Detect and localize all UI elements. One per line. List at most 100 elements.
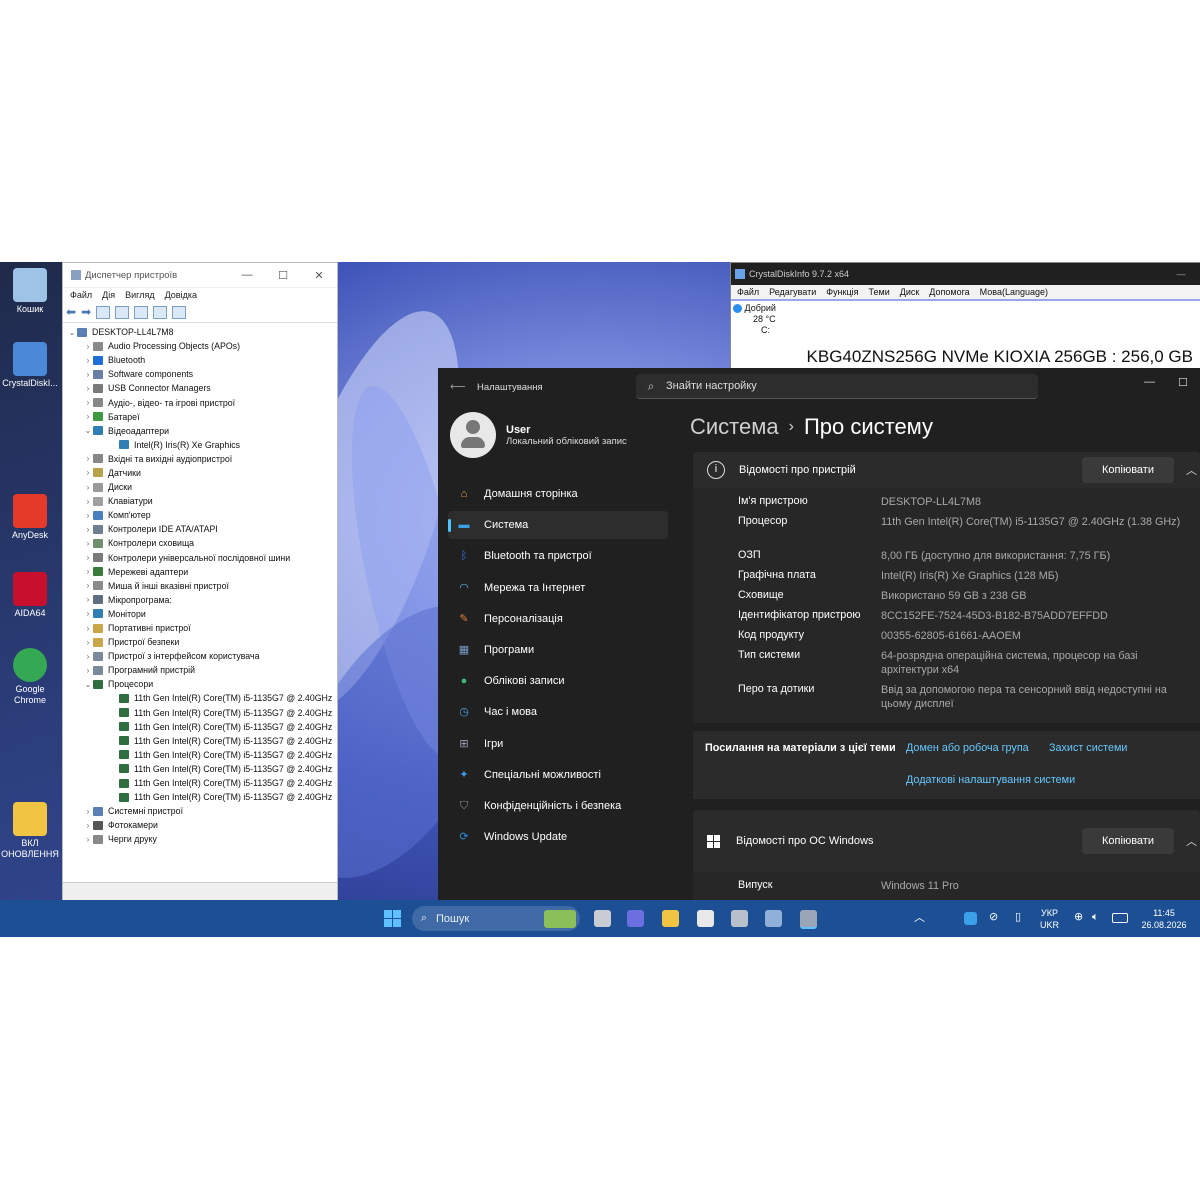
tree-item[interactable]: › Пристрої з інтерфейсом користувача	[63, 649, 337, 663]
settings-window[interactable]: ⟵ Налаштування ⌕ Знайти настройку — ☐ Us…	[438, 368, 1200, 925]
store-icon[interactable]	[697, 910, 714, 927]
desktop-shortcut[interactable]: CrystalDiskI...	[0, 342, 60, 389]
chevron-up-icon[interactable]: ︿	[1186, 462, 1200, 478]
nav-item[interactable]: ⊞ Ігри	[448, 730, 668, 758]
start-button[interactable]	[384, 910, 401, 927]
chevron-right-icon[interactable]: ›	[83, 384, 93, 393]
crystaldiskinfo-titlebar[interactable]: CrystalDiskInfo 9.7.2 x64 —	[731, 263, 1200, 285]
tree-item[interactable]: › Системні пристрої	[63, 804, 337, 818]
tree-item[interactable]: 11th Gen Intel(R) Core(TM) i5-1135G7 @ 2…	[63, 706, 337, 720]
tree-item[interactable]: › Software components	[63, 367, 337, 381]
tree-item[interactable]: 11th Gen Intel(R) Core(TM) i5-1135G7 @ 2…	[63, 762, 337, 776]
chevron-right-icon[interactable]: ›	[83, 398, 93, 407]
scan-hardware-icon[interactable]	[153, 305, 168, 319]
spec-value[interactable]: 00355-62805-61661-AAOEM	[881, 629, 1181, 649]
network-off-icon[interactable]: ⊘	[989, 911, 998, 923]
chevron-right-icon[interactable]: ›	[83, 609, 93, 618]
chevron-right-icon[interactable]: ›	[83, 567, 93, 576]
chevron-right-icon[interactable]: ›	[83, 468, 93, 477]
nav-item[interactable]: ⟳ Windows Update	[448, 823, 668, 851]
chevron-right-icon[interactable]: ›	[83, 666, 93, 675]
tree-item[interactable]: › Контролери сховища	[63, 536, 337, 550]
back-arrow-icon[interactable]: ⟵	[450, 380, 466, 393]
chevron-down-icon[interactable]: ⌄	[83, 680, 93, 689]
crystaldiskinfo-window[interactable]: CrystalDiskInfo 9.7.2 x64 — Файл Редагува…	[730, 262, 1200, 370]
nav-item[interactable]: ▦ Програми	[448, 636, 668, 664]
nav-item[interactable]: ⛉ Конфіденційність і безпека	[448, 792, 668, 820]
domain-workgroup-link[interactable]: Домен або робоча група	[906, 742, 1029, 754]
tree-item[interactable]: › Мережеві адаптери	[63, 565, 337, 579]
health-status[interactable]: Добрий 28 °C C:	[733, 303, 793, 336]
forward-arrow-icon[interactable]: ➡	[81, 306, 91, 318]
device-manager-taskbar-icon[interactable]	[731, 910, 748, 927]
chevron-right-icon[interactable]: ›	[83, 454, 93, 463]
chevron-up-icon[interactable]: ︿	[914, 912, 925, 924]
menu-item[interactable]: Файл	[737, 287, 759, 297]
chevron-right-icon[interactable]: ›	[83, 807, 93, 816]
menu-item[interactable]: Теми	[869, 287, 890, 297]
desktop-shortcut[interactable]: AIDA64	[0, 572, 60, 619]
nav-item[interactable]: ◷ Час і мова	[448, 698, 668, 726]
tree-item[interactable]: › Клавіатури	[63, 494, 337, 508]
chevron-down-icon[interactable]: ⌄	[67, 328, 77, 337]
tree-item[interactable]: › Контролери універсальної послідовної ши…	[63, 551, 337, 565]
minimize-icon[interactable]: —	[229, 269, 265, 281]
chevron-right-icon[interactable]: ›	[83, 581, 93, 590]
tree-item[interactable]: › Фотокамери	[63, 818, 337, 832]
tree-item[interactable]: ⌄ DESKTOP-LL4L7M8	[63, 325, 337, 339]
tree-item[interactable]: 11th Gen Intel(R) Core(TM) i5-1135G7 @ 2…	[63, 691, 337, 705]
spec-value[interactable]: 64-розрядна операційна система, процесор…	[881, 649, 1181, 683]
tree-item[interactable]: 11th Gen Intel(R) Core(TM) i5-1135G7 @ 2…	[63, 790, 337, 804]
close-icon[interactable]: ✕	[301, 269, 337, 282]
tree-item[interactable]: › USB Connector Managers	[63, 381, 337, 395]
maximize-icon[interactable]: ☐	[265, 269, 301, 282]
spec-value[interactable]: Intel(R) Iris(R) Xe Graphics (128 МБ)	[881, 569, 1181, 589]
clock[interactable]: 11:45 26.08.2026	[1136, 907, 1192, 931]
tree-item[interactable]: Intel(R) Iris(R) Xe Graphics	[63, 438, 337, 452]
tree-item[interactable]: › Черги друку	[63, 832, 337, 846]
nav-item[interactable]: ▬ Система	[448, 511, 668, 540]
desktop-shortcut[interactable]: Кошик	[0, 268, 60, 315]
tree-item[interactable]: › Комп'ютер	[63, 508, 337, 522]
spec-value[interactable]: Windows 11 Pro	[881, 879, 1181, 899]
file-explorer-icon[interactable]	[662, 910, 679, 927]
menu-item[interactable]: Функція	[826, 287, 858, 297]
tree-item[interactable]: 11th Gen Intel(R) Core(TM) i5-1135G7 @ 2…	[63, 776, 337, 790]
tree-item[interactable]: › Датчики	[63, 466, 337, 480]
chevron-right-icon[interactable]: ›	[83, 370, 93, 379]
tree-item[interactable]: ⌄ Відеоадаптери	[63, 424, 337, 438]
volume-icon[interactable]: 🔈︎	[1092, 911, 1099, 923]
nav-item[interactable]: ᛒ Bluetooth та пристрої	[448, 542, 668, 570]
minimize-icon[interactable]: —	[1161, 269, 1200, 279]
tree-item[interactable]: 11th Gen Intel(R) Core(TM) i5-1135G7 @ 2…	[63, 748, 337, 762]
menu-file[interactable]: Файл	[70, 290, 92, 300]
monitor-icon[interactable]	[172, 305, 187, 319]
chevron-down-icon[interactable]: ⌄	[83, 426, 93, 435]
tree-item[interactable]: 11th Gen Intel(R) Core(TM) i5-1135G7 @ 2…	[63, 720, 337, 734]
copy-button[interactable]: Копіювати	[1082, 457, 1174, 483]
chevron-right-icon[interactable]: ›	[83, 638, 93, 647]
chevron-right-icon[interactable]: ›	[83, 342, 93, 351]
spec-value[interactable]: 11th Gen Intel(R) Core(TM) i5-1135G7 @ 2…	[881, 515, 1181, 549]
chevron-right-icon[interactable]: ›	[83, 821, 93, 830]
settings-taskbar-icon[interactable]	[800, 910, 817, 929]
taskbar-search[interactable]: ⌕ Пошук	[412, 906, 580, 931]
chevron-right-icon[interactable]: ›	[83, 497, 93, 506]
spec-value[interactable]: DESKTOP-LL4L7M8	[881, 495, 1181, 515]
chevron-right-icon[interactable]: ›	[83, 511, 93, 520]
chevron-right-icon[interactable]: ›	[83, 595, 93, 604]
tree-item[interactable]: › Audio Processing Objects (APOs)	[63, 339, 337, 353]
language-indicator[interactable]: УКР UKR	[1040, 907, 1059, 931]
desktop-shortcut[interactable]: Google Chrome	[0, 648, 60, 706]
nav-item[interactable]: ✎ Персоналізація	[448, 605, 668, 633]
chevron-up-icon[interactable]: ︿	[1186, 833, 1200, 849]
minimize-icon[interactable]: —	[1144, 376, 1155, 388]
nav-item[interactable]: ◠ Мережа та Інтернет	[448, 574, 668, 602]
details-icon[interactable]	[134, 305, 149, 319]
chevron-right-icon[interactable]: ›	[83, 412, 93, 421]
tree-item[interactable]: › Монітори	[63, 607, 337, 621]
globe-icon[interactable]: ⊕	[1074, 911, 1083, 923]
spec-value[interactable]: Ввід за допомогою пера та сенсорний ввід…	[881, 683, 1181, 717]
menu-item[interactable]: Мова(Language)	[980, 287, 1048, 297]
chevron-right-icon[interactable]: ›	[83, 539, 93, 548]
